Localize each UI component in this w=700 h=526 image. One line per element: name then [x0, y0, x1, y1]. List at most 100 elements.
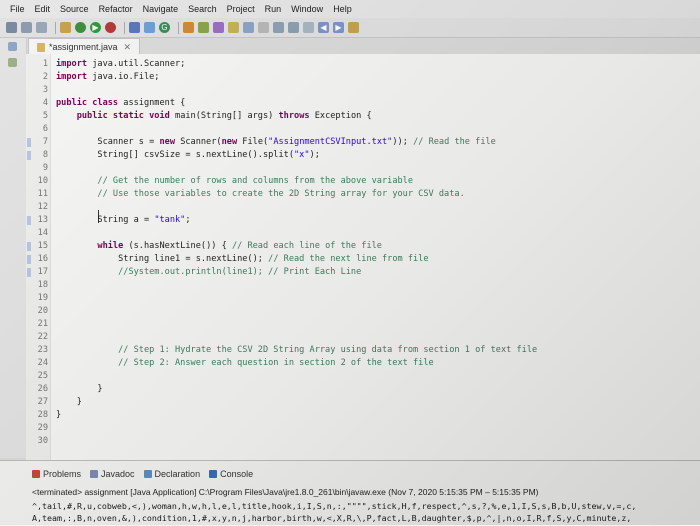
line-number: 17	[37, 267, 48, 277]
line-number: 2	[42, 72, 48, 82]
line-number: 16	[37, 254, 48, 264]
forward-icon[interactable]: ▶	[333, 22, 344, 33]
code-line[interactable]: 2 import java.io.File;	[26, 71, 700, 84]
tab-problems[interactable]: Problems	[32, 469, 81, 479]
code-line[interactable]: 16 String line1 = s.nextLine(); // Read …	[26, 253, 700, 266]
code-text: import java.util.Scanner;	[56, 59, 186, 69]
line-number: 24	[37, 358, 48, 368]
code-text: public static void main(String[] args) t…	[76, 111, 372, 121]
code-line[interactable]: 4 public class assignment {	[26, 97, 700, 110]
menu-edit[interactable]: Edit	[35, 4, 51, 14]
back-icon[interactable]: ◀	[318, 22, 329, 33]
close-tab-icon[interactable]: ✕	[124, 42, 132, 53]
line-number: 4	[42, 98, 48, 108]
code-line[interactable]: 26 }	[26, 383, 700, 396]
code-text: // Step 2: Answer each question in secti…	[118, 358, 434, 368]
menu-run[interactable]: Run	[265, 4, 282, 14]
line-number: 6	[42, 124, 48, 134]
javadoc-icon	[90, 470, 99, 478]
code-line[interactable]: 11 // Use those variables to create the …	[26, 188, 700, 201]
code-line[interactable]: 19	[26, 292, 700, 305]
code-editor[interactable]: 1 import java.util.Scanner; 2 import java.i…	[26, 54, 700, 460]
run-icon[interactable]: ▶	[90, 22, 101, 33]
code-line[interactable]: 23 // Step 1: Hydrate the CSV 2D String …	[26, 344, 700, 357]
code-line[interactable]: 5 public static void main(String[] args)…	[26, 110, 700, 123]
line-number: 21	[37, 319, 48, 329]
menu-help[interactable]: Help	[333, 4, 352, 14]
code-line[interactable]: 24 // Step 2: Answer each question in se…	[26, 357, 700, 370]
whitespace-icon[interactable]	[258, 22, 269, 33]
open-perspective-icon[interactable]	[348, 22, 359, 33]
new-class-icon[interactable]: G	[159, 22, 170, 33]
line-number: 26	[37, 384, 48, 394]
code-line[interactable]: 18	[26, 279, 700, 292]
line-number: 1	[42, 59, 48, 69]
code-line[interactable]: 29	[26, 422, 700, 435]
code-line[interactable]: 22	[26, 331, 700, 344]
code-line[interactable]: 17 //System.out.println(line1); // Print…	[26, 266, 700, 279]
menu-source[interactable]: Source	[60, 4, 89, 14]
new-file-icon[interactable]	[6, 22, 17, 33]
code-line[interactable]: 20	[26, 305, 700, 318]
editor-tab-assignment[interactable]: *assignment.java ✕	[28, 38, 141, 55]
menu-window[interactable]: Window	[291, 4, 323, 14]
save-icon[interactable]	[21, 22, 32, 33]
line-number: 10	[37, 176, 48, 186]
tab-label: Declaration	[154, 469, 201, 479]
code-line[interactable]: 9	[26, 162, 700, 175]
code-line[interactable]: 6	[26, 123, 700, 136]
package-explorer-icon[interactable]	[8, 42, 17, 51]
line-number: 9	[42, 163, 48, 173]
code-text: while (s.hasNextLine()) { // Read each l…	[97, 241, 382, 251]
code-line[interactable]: 7 Scanner s = new Scanner(new File("Assi…	[26, 136, 700, 149]
new-java-project-icon[interactable]	[129, 22, 140, 33]
menu-search[interactable]: Search	[188, 4, 217, 14]
menu-navigate[interactable]: Navigate	[143, 4, 179, 14]
next-annotation-icon[interactable]	[273, 22, 284, 33]
line-number: 5	[42, 111, 48, 121]
line-number: 25	[37, 371, 48, 381]
previous-annotation-icon[interactable]	[288, 22, 299, 33]
code-line[interactable]: 28}	[26, 409, 700, 422]
menu-bar: File Edit Source Refactor Navigate Search Proj…	[0, 0, 700, 18]
open-type-icon[interactable]	[183, 22, 194, 33]
code-line[interactable]: 10 // Get the number of rows and columns…	[26, 175, 700, 188]
search-icon[interactable]	[198, 22, 209, 33]
block-selection-icon[interactable]	[243, 22, 254, 33]
tab-declaration[interactable]: Declaration	[143, 469, 201, 479]
last-edit-icon[interactable]	[303, 22, 314, 33]
code-line[interactable]: 1 import java.util.Scanner;	[26, 58, 700, 71]
code-line[interactable]: 8 String[] csvSize = s.nextLine().split(…	[26, 149, 700, 162]
tab-javadoc[interactable]: Javadoc	[90, 469, 135, 479]
settings-icon[interactable]	[60, 22, 71, 33]
code-line[interactable]: 15 while (s.hasNextLine()) { // Read eac…	[26, 240, 700, 253]
toolbar-divider	[55, 21, 56, 34]
tab-console[interactable]: Console	[209, 469, 253, 479]
external-tools-icon[interactable]	[105, 22, 116, 33]
mark-occurrences-icon[interactable]	[228, 22, 239, 33]
code-line[interactable]: 14	[26, 227, 700, 240]
code-line[interactable]: 13 String a = "tank";	[26, 214, 700, 227]
code-text: String line1 = s.nextLine(); // Read the…	[56, 254, 429, 264]
console-output-line: ^,tail,#,R,u,cobweb,<,),woman,h,w,h,l,e,…	[32, 501, 637, 511]
code-line[interactable]: 25	[26, 370, 700, 383]
menu-project[interactable]: Project	[227, 4, 255, 14]
outline-icon[interactable]	[8, 58, 17, 67]
problems-icon	[32, 470, 40, 478]
code-line[interactable]: 12	[26, 201, 700, 214]
tab-label: Javadoc	[101, 469, 135, 479]
code-text: // Step 1: Hydrate the CSV 2D String Arr…	[118, 345, 538, 355]
print-icon[interactable]	[36, 22, 47, 33]
code-line[interactable]: 27 }	[26, 396, 700, 409]
debug-icon[interactable]	[75, 22, 86, 33]
code-line[interactable]: 30	[26, 435, 700, 448]
menu-refactor[interactable]: Refactor	[99, 4, 133, 14]
pin-icon[interactable]	[213, 22, 224, 33]
menu-file[interactable]: File	[10, 4, 25, 14]
console-view: Problems Javadoc Declaration Console <termi…	[0, 460, 700, 526]
new-package-icon[interactable]	[144, 22, 155, 33]
code-text: }	[56, 397, 82, 407]
code-line[interactable]: 3	[26, 84, 700, 97]
code-line[interactable]: 21	[26, 318, 700, 331]
line-number: 14	[37, 228, 48, 238]
